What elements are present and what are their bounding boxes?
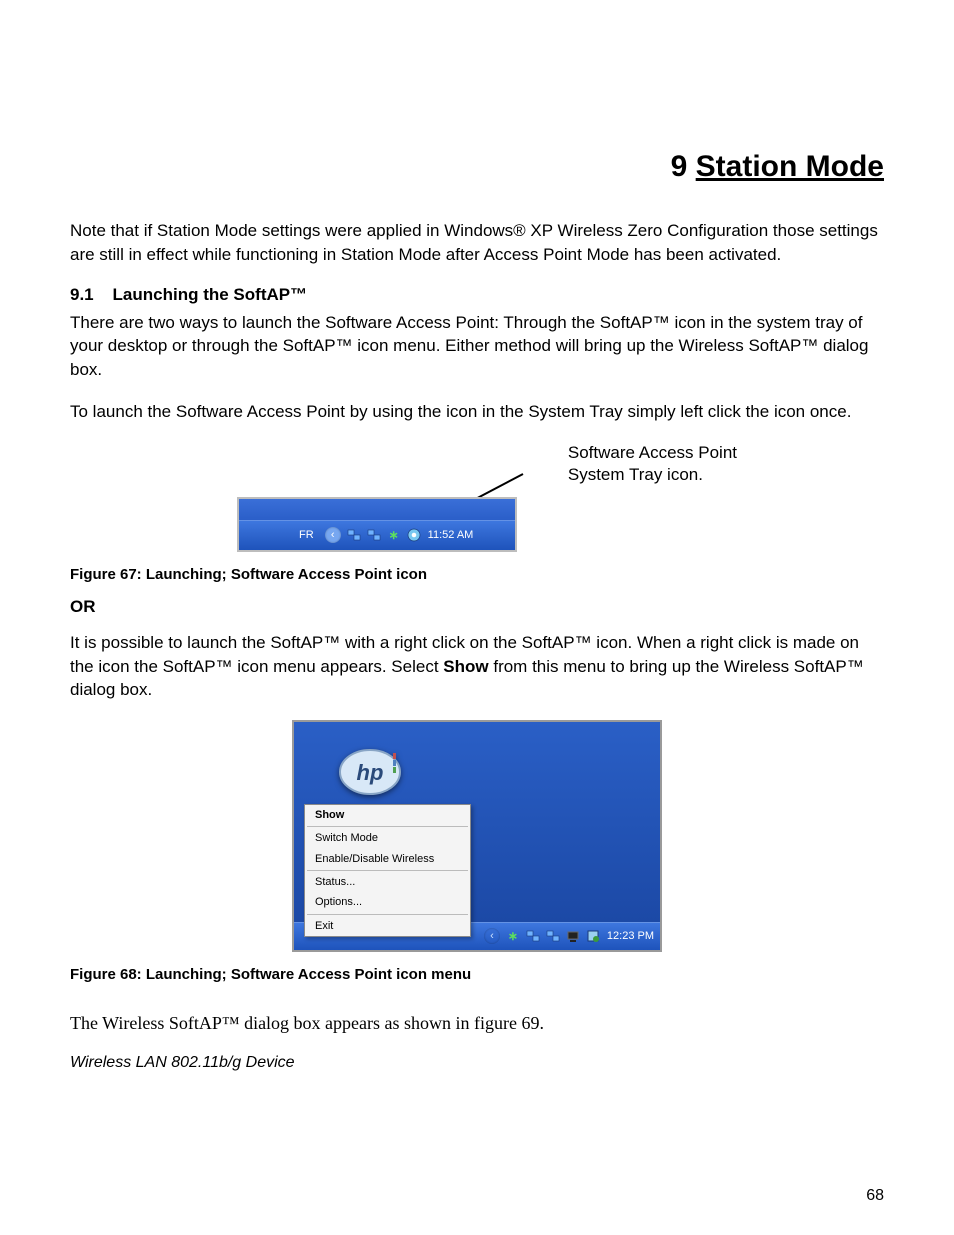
tray-clock[interactable]: 11:52 AM	[424, 529, 482, 541]
language-indicator[interactable]: FR	[239, 529, 322, 541]
tray-expand-icon[interactable]: ‹	[325, 527, 341, 543]
hp-logo-icon[interactable]: hp	[330, 744, 410, 799]
footer-device-name: Wireless LAN 802.11b/g Device	[70, 1054, 884, 1072]
page-content: 9 Station Mode Note that if Station Mode…	[0, 0, 954, 1102]
chapter-title-text: Station Mode	[696, 150, 884, 183]
taskbar: FR ‹ ∗ 11:52 AM	[239, 520, 515, 550]
menu-item-status[interactable]: Status...	[305, 872, 470, 892]
callout-line-1: Software Access Point	[568, 443, 737, 462]
menu-item-show[interactable]: Show	[305, 805, 470, 825]
figure-67: Software Access Point System Tray icon. …	[227, 442, 727, 552]
softap-tray-icon[interactable]	[406, 527, 422, 543]
paragraph-3: It is possible to launch the SoftAP™ wit…	[70, 631, 884, 702]
section-number: 9.1	[70, 285, 94, 304]
network-icon[interactable]	[525, 928, 541, 944]
section-heading: 9.1 Launching the SoftAP™	[70, 285, 884, 305]
menu-item-switch-mode[interactable]: Switch Mode	[305, 828, 470, 848]
system-tray-screenshot: FR ‹ ∗ 11:52 AM	[237, 497, 517, 552]
or-label: OR	[70, 597, 884, 617]
chapter-heading: 9 Station Mode	[70, 150, 884, 184]
share-icon[interactable]: ∗	[505, 928, 521, 944]
callout-line-2: System Tray icon.	[568, 465, 703, 484]
network-icon-2[interactable]	[545, 928, 561, 944]
page-number: 68	[866, 1187, 884, 1205]
share-icon[interactable]: ∗	[386, 527, 402, 543]
para3-bold: Show	[443, 657, 488, 676]
menu-item-exit[interactable]: Exit	[305, 916, 470, 936]
menu-separator	[307, 914, 468, 915]
paragraph-2: To launch the Software Access Point by u…	[70, 400, 884, 424]
tray-expand-icon[interactable]: ‹	[484, 928, 500, 944]
device-icon[interactable]	[565, 928, 581, 944]
figure-68-caption: Figure 68: Launching; Software Access Po…	[70, 966, 884, 983]
menu-separator	[307, 826, 468, 827]
figure-68: hp Show Switch Mode Enable/Disable Wirel…	[292, 720, 662, 952]
menu-separator	[307, 870, 468, 871]
network-icon[interactable]	[346, 527, 362, 543]
network-icon-2[interactable]	[366, 527, 382, 543]
paragraph-1: There are two ways to launch the Softwar…	[70, 311, 884, 382]
figure-67-callout: Software Access Point System Tray icon.	[568, 442, 737, 486]
section-title: Launching the SoftAP™	[113, 285, 308, 304]
tray-clock[interactable]: 12:23 PM	[603, 930, 654, 942]
closing-paragraph: The Wireless SoftAP™ dialog box appears …	[70, 1011, 884, 1036]
svg-text:hp: hp	[357, 760, 384, 785]
intro-note: Note that if Station Mode settings were …	[70, 219, 884, 267]
menu-item-enable-disable[interactable]: Enable/Disable Wireless	[305, 849, 470, 869]
figure-67-caption: Figure 67: Launching; Software Access Po…	[70, 566, 884, 583]
softap-tray-icon[interactable]	[585, 928, 601, 944]
softap-context-menu: Show Switch Mode Enable/Disable Wireless…	[304, 804, 471, 937]
desktop-area: hp Show Switch Mode Enable/Disable Wirel…	[294, 722, 660, 922]
menu-item-options[interactable]: Options...	[305, 892, 470, 912]
chapter-number: 9	[671, 150, 688, 183]
